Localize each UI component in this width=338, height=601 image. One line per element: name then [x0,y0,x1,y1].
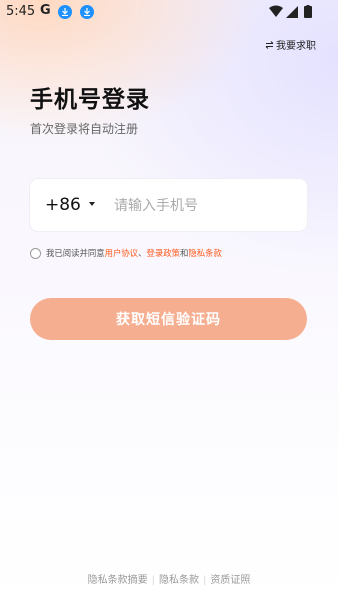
agreement-row: 我已阅读并同意 用户协议 、 登录政策 和 隐私条款 [30,247,222,259]
agreement-checkbox[interactable] [30,247,41,259]
footer-privacy-link[interactable]: 隐私条款 [159,571,199,586]
switch-to-jobseeker-link[interactable]: 我要求职 [265,37,316,52]
status-bar: 5:45 G [0,0,338,26]
footer-divider: | [151,575,155,586]
agreement-separator: 、 [138,248,147,258]
system-status-icons [269,5,312,18]
get-sms-code-button[interactable]: 获取短信验证码 [30,298,307,340]
chevron-down-icon[interactable] [89,202,95,206]
status-time: 5:45 [6,4,36,19]
user-agreement-link[interactable]: 用户协议 [105,247,139,259]
download-icon [58,5,72,19]
swap-icon [265,40,274,49]
signal-icon [286,6,298,18]
phone-number-input[interactable] [112,191,296,221]
footer-license-link[interactable]: 资质证照 [210,571,250,586]
footer-links: 隐私条款摘要 | 隐私条款 | 资质证照 [0,571,338,586]
wifi-icon [269,5,283,17]
battery-icon [304,6,312,18]
login-policy-link[interactable]: 登录政策 [147,247,181,259]
page-title: 手机号登录 [30,87,150,113]
privacy-terms-link[interactable]: 隐私条款 [188,247,222,259]
country-code-selector[interactable]: +86 [45,195,81,215]
footer-privacy-summary-link[interactable]: 隐私条款摘要 [88,571,148,586]
agreement-and: 和 [180,248,189,258]
phone-input-box: +86 [30,179,307,231]
google-icon: G [40,3,51,18]
agreement-prefix: 我已阅读并同意 [46,248,105,258]
download-icon [80,5,94,19]
footer-divider: | [203,575,207,586]
page-subtitle: 首次登录将自动注册 [30,122,139,136]
switch-label: 我要求职 [276,41,316,52]
